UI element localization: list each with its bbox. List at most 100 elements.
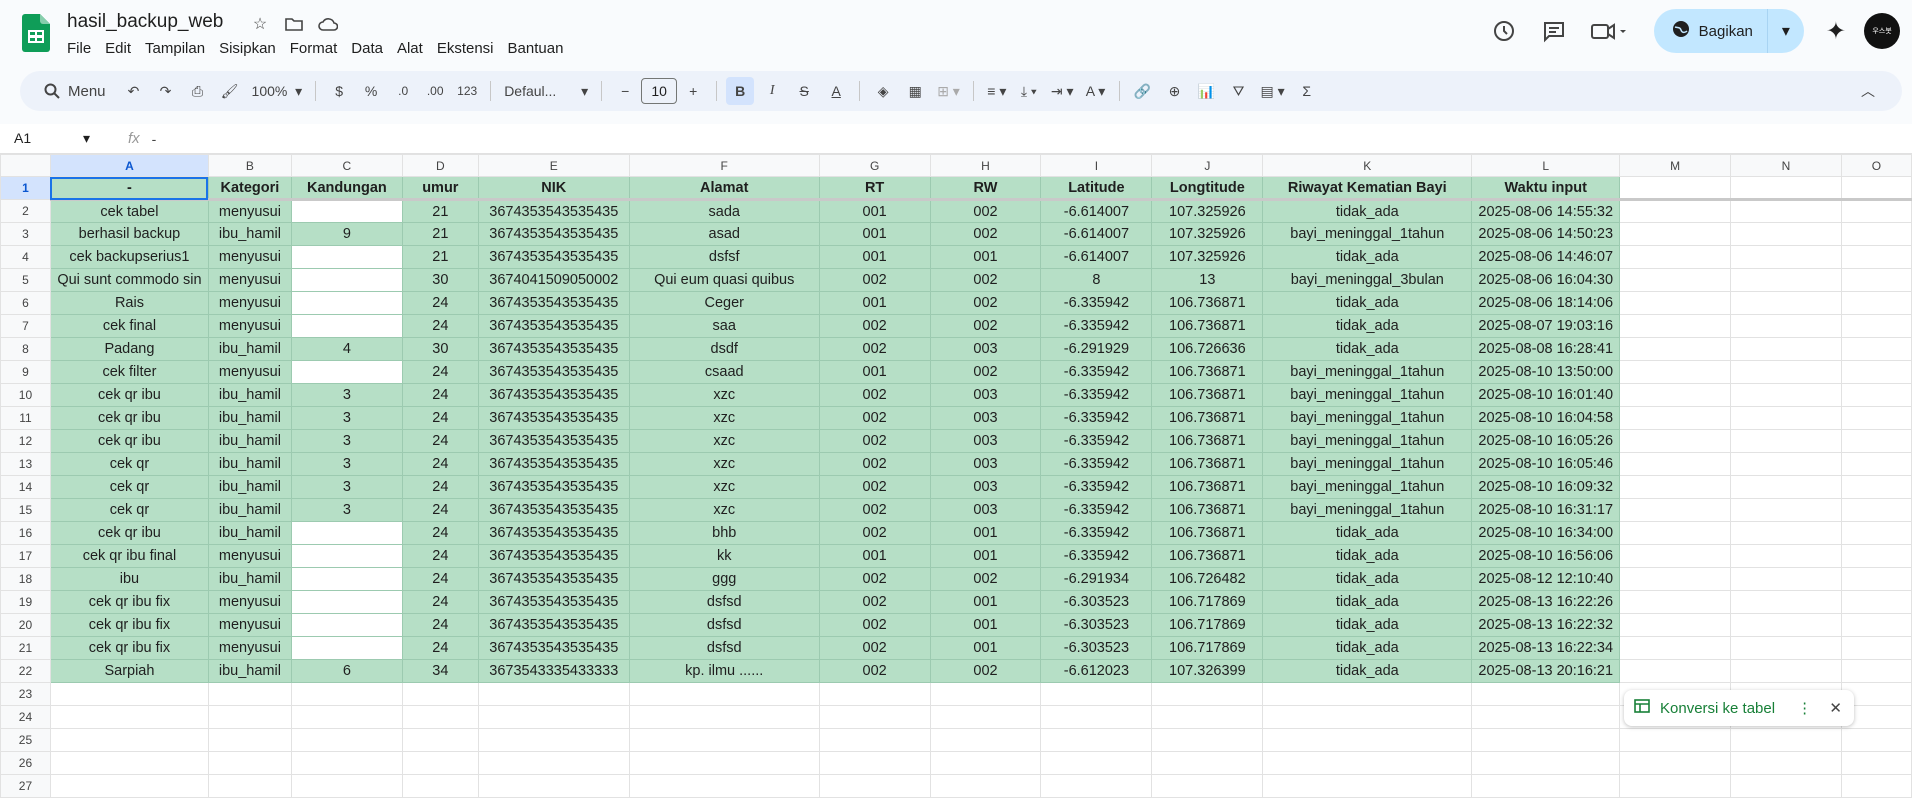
star-icon[interactable]: ☆ — [248, 12, 272, 36]
table-cell[interactable]: 24 — [401, 590, 479, 614]
menu-edit[interactable]: Edit — [98, 38, 138, 59]
table-cell[interactable] — [1619, 268, 1732, 292]
table-cell[interactable] — [1730, 360, 1842, 384]
row-header[interactable]: 15 — [0, 498, 51, 522]
table-cell[interactable] — [1840, 659, 1912, 683]
table-cell[interactable]: menyusui — [207, 590, 292, 614]
table-cell[interactable]: -6.335942 — [1040, 498, 1153, 522]
table-cell[interactable]: bayi_meninggal_1tahun — [1262, 383, 1473, 407]
table-cell[interactable]: 21 — [401, 199, 479, 223]
table-cell[interactable] — [1471, 682, 1621, 706]
table-cell[interactable]: 002 — [929, 659, 1042, 683]
table-cell[interactable]: ibu_hamil — [207, 498, 292, 522]
table-cell[interactable] — [290, 728, 403, 752]
table-cell[interactable]: cek qr ibu — [49, 406, 209, 430]
table-cell[interactable] — [1840, 751, 1912, 775]
table-cell[interactable]: 002 — [818, 383, 931, 407]
table-cell[interactable] — [477, 751, 630, 775]
table-cell[interactable]: 106.736871 — [1151, 429, 1264, 453]
table-cell[interactable]: -6.291934 — [1040, 567, 1153, 591]
table-cell[interactable]: 001 — [818, 199, 931, 223]
table-cell[interactable]: 3 — [290, 383, 403, 407]
table-cell[interactable] — [1619, 383, 1732, 407]
table-cell[interactable]: dsfsd — [628, 613, 820, 637]
table-cell[interactable]: menyusui — [207, 544, 292, 568]
table-cell[interactable]: menyusui — [207, 291, 292, 315]
table-cell[interactable] — [290, 636, 403, 660]
table-cell[interactable]: Qui sunt commodo sin — [49, 268, 209, 292]
table-cell[interactable] — [929, 751, 1042, 775]
table-cell[interactable]: 3674353543535435 — [477, 544, 630, 568]
row-header[interactable]: 20 — [0, 613, 51, 637]
table-cell[interactable]: 2025-08-10 16:05:46 — [1471, 452, 1621, 476]
more-options-icon[interactable]: ⋮ — [1797, 699, 1812, 717]
table-cell[interactable]: bayi_meninggal_1tahun — [1262, 406, 1473, 430]
bold-button[interactable]: B — [726, 77, 755, 105]
table-cell[interactable]: 2025-08-07 19:03:16 — [1471, 314, 1621, 338]
table-cell[interactable] — [1262, 751, 1473, 775]
header-cell[interactable]: Longtitude — [1151, 176, 1264, 201]
font-size-input[interactable]: 10 — [641, 78, 678, 104]
table-cell[interactable]: 106.736871 — [1151, 498, 1264, 522]
table-cell[interactable] — [1619, 360, 1732, 384]
table-cell[interactable] — [1730, 314, 1842, 338]
table-cell[interactable]: -6.335942 — [1040, 291, 1153, 315]
table-cell[interactable]: cek qr ibu — [49, 383, 209, 407]
vertical-align-icon[interactable]: ⤓ ▾ — [1015, 77, 1043, 105]
filter-views-icon[interactable]: ▤ ▾ — [1257, 77, 1289, 105]
table-cell[interactable] — [401, 774, 479, 798]
table-cell[interactable]: 106.736871 — [1151, 314, 1264, 338]
table-cell[interactable] — [628, 751, 820, 775]
history-icon[interactable] — [1484, 11, 1524, 51]
row-header[interactable]: 13 — [0, 452, 51, 476]
table-cell[interactable]: bayi_meninggal_1tahun — [1262, 429, 1473, 453]
table-cell[interactable]: 106.717869 — [1151, 636, 1264, 660]
table-cell[interactable]: ibu_hamil — [207, 659, 292, 683]
table-cell[interactable]: cek qr ibu fix — [49, 590, 209, 614]
table-cell[interactable]: 003 — [929, 337, 1042, 361]
table-cell[interactable]: 30 — [401, 268, 479, 292]
table-cell[interactable]: 3674353543535435 — [477, 245, 630, 269]
table-cell[interactable] — [818, 705, 931, 729]
row-header[interactable]: 4 — [0, 245, 51, 269]
table-cell[interactable] — [1151, 705, 1264, 729]
undo-icon[interactable]: ↶ — [120, 77, 148, 105]
table-cell[interactable]: 002 — [929, 567, 1042, 591]
table-cell[interactable]: xzc — [628, 498, 820, 522]
table-cell[interactable]: 003 — [929, 452, 1042, 476]
table-cell[interactable] — [929, 774, 1042, 798]
table-cell[interactable] — [1471, 751, 1621, 775]
table-cell[interactable] — [1730, 774, 1842, 798]
table-cell[interactable]: bayi_meninggal_1tahun — [1262, 475, 1473, 499]
table-cell[interactable] — [290, 268, 403, 292]
table-cell[interactable]: -6.303523 — [1040, 590, 1153, 614]
table-cell[interactable]: tidak_ada — [1262, 314, 1473, 338]
header-cell[interactable]: Latitude — [1040, 176, 1153, 201]
table-cell[interactable] — [1040, 682, 1153, 706]
table-cell[interactable] — [1840, 245, 1912, 269]
table-cell[interactable]: 2025-08-10 16:34:00 — [1471, 521, 1621, 545]
paint-format-icon[interactable]: 🖌 — [216, 77, 244, 105]
table-cell[interactable] — [1840, 613, 1912, 637]
table-cell[interactable]: 2025-08-13 20:16:21 — [1471, 659, 1621, 683]
table-cell[interactable] — [290, 705, 403, 729]
table-cell[interactable] — [207, 774, 292, 798]
table-cell[interactable] — [818, 751, 931, 775]
table-cell[interactable]: 001 — [818, 544, 931, 568]
row-header[interactable]: 19 — [0, 590, 51, 614]
table-cell[interactable] — [290, 291, 403, 315]
row-header[interactable]: 2 — [0, 199, 51, 223]
table-cell[interactable] — [1619, 498, 1732, 522]
table-cell[interactable] — [1040, 705, 1153, 729]
increase-decimal-button[interactable]: .00 — [421, 77, 449, 105]
name-box[interactable]: A1 ▾ — [0, 130, 100, 147]
table-cell[interactable] — [1730, 475, 1842, 499]
table-cell[interactable]: 3674353543535435 — [477, 314, 630, 338]
header-cell[interactable] — [1840, 176, 1912, 201]
table-cell[interactable]: 003 — [929, 475, 1042, 499]
table-cell[interactable] — [929, 682, 1042, 706]
gemini-sparkle-icon[interactable]: ✦ — [1826, 17, 1846, 46]
table-cell[interactable] — [818, 774, 931, 798]
table-cell[interactable]: 2025-08-10 16:05:26 — [1471, 429, 1621, 453]
table-cell[interactable]: 2025-08-10 16:09:32 — [1471, 475, 1621, 499]
